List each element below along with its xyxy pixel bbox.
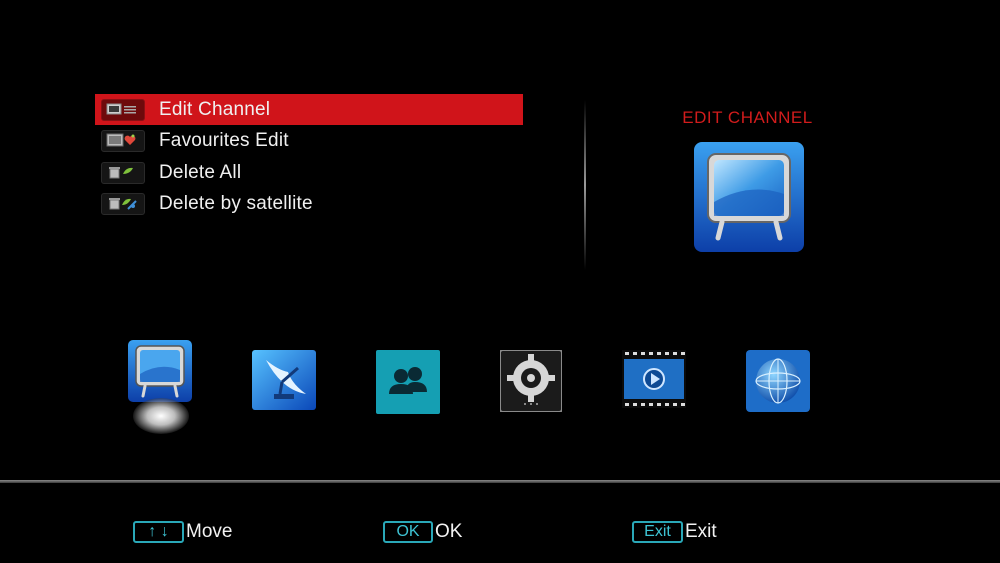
menu-item-label: Favourites Edit <box>159 130 289 151</box>
category-users-icon[interactable] <box>376 350 440 414</box>
footer-divider <box>0 480 1000 483</box>
menu-item-edit-channel[interactable]: Edit Channel <box>95 94 523 125</box>
hint-ok: OK OK <box>383 521 462 543</box>
category-media-play-icon[interactable] <box>622 350 686 414</box>
hint-move: ↑ ↓ Move <box>133 521 232 543</box>
menu-item-favourites-edit[interactable]: Favourites Edit <box>95 126 523 157</box>
ok-key: OK <box>383 521 433 543</box>
hint-move-label: Move <box>186 521 233 542</box>
edit-channel-menu: Edit Channel Favourites Edit Delete All <box>95 94 523 220</box>
tv-icon <box>694 142 804 252</box>
favourite-heart-icon <box>101 130 145 152</box>
hint-exit: Exit Exit <box>632 521 717 543</box>
selection-glow <box>133 398 189 434</box>
category-globe-network-icon[interactable] <box>746 350 810 414</box>
category-satellite-icon[interactable] <box>252 350 316 414</box>
trash-icon <box>101 161 145 184</box>
tv-list-icon <box>101 98 145 121</box>
preview-title: EDIT CHANNEL <box>682 108 813 127</box>
menu-item-delete-by-satellite[interactable]: Delete by satellite <box>95 189 523 220</box>
trash-satellite-icon <box>101 193 145 215</box>
menu-item-label: Delete All <box>159 161 242 183</box>
arrow-up-down-key: ↑ ↓ <box>133 521 184 543</box>
hint-ok-label: OK <box>435 521 463 542</box>
vertical-divider <box>584 100 586 270</box>
exit-key: Exit <box>632 521 683 543</box>
menu-item-delete-all[interactable]: Delete All <box>95 157 523 188</box>
category-gear-settings-icon[interactable] <box>499 349 564 414</box>
category-tv-icon[interactable] <box>128 340 192 404</box>
menu-item-label: Edit Channel <box>159 98 271 120</box>
menu-item-label: Delete by satellite <box>159 193 313 214</box>
hint-exit-label: Exit <box>685 521 717 542</box>
